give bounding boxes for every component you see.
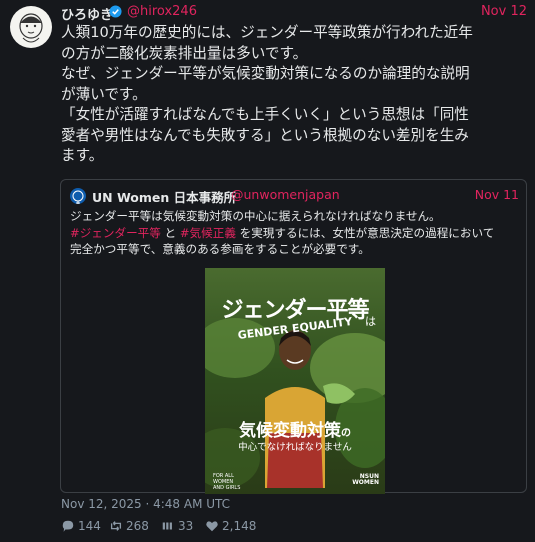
reply-stat[interactable]: 144 (61, 519, 101, 533)
author-name[interactable]: ひろゆき (61, 4, 113, 23)
hashtag-climate-justice[interactable]: #気候正義 (180, 226, 236, 240)
quoted-tweet[interactable]: UN Women 日本事務所 @unwomenjapan Nov 11 ジェンダ… (60, 179, 527, 494)
quote-count: 33 (178, 519, 194, 533)
verified-badge-icon (109, 5, 122, 18)
poster-footer-left: FOR ALL WOMEN AND GIRLS (213, 473, 241, 491)
poster-subline: 中心でなければなりません (238, 442, 352, 453)
author-handle[interactable]: @hirox246 (127, 4, 197, 19)
poster-headline: 気候変動対策の (205, 416, 385, 441)
poster-headline-text: 気候変動対策 (239, 421, 341, 441)
quote-text: ジェンダー平等は気候変動対策の中心に据えられなければなりません。 #ジェンダー平… (70, 208, 520, 258)
quote-date[interactable]: Nov 11 (475, 187, 519, 202)
like-count: 2,148 (222, 519, 257, 533)
tweet-timestamp[interactable]: Nov 12, 2025 · 4:48 AM UTC (61, 497, 230, 511)
quote-author-name[interactable]: UN Women 日本事務所 (92, 187, 236, 206)
poster-footer-right: NSUN WOMEN (352, 473, 379, 486)
tweet-date[interactable]: Nov 12 (481, 4, 527, 19)
hashtag-gender-equality[interactable]: #ジェンダー平等 (70, 226, 161, 240)
heart-icon (205, 519, 222, 533)
retweet-stat[interactable]: 268 (109, 519, 149, 533)
retweet-icon (109, 519, 126, 533)
quote-poster-image[interactable]: ジェンダー平等 は GENDER EQUALITY 気候変動対策の 中心でなけれ… (205, 268, 385, 494)
author-avatar[interactable] (10, 6, 52, 48)
retweet-count: 268 (126, 519, 149, 533)
quote-connector: と (160, 225, 180, 240)
reply-count: 144 (78, 519, 101, 533)
quote-text-line1: ジェンダー平等は気候変動対策の中心に据えられなければなりません。 (70, 209, 441, 223)
quote-icon (161, 519, 178, 533)
poster-headline-particle: の (341, 428, 351, 439)
quote-author-handle[interactable]: @unwomenjapan (231, 187, 340, 202)
tweet-header: ひろゆき @hirox246 Nov 12 (61, 2, 527, 23)
reply-icon (61, 519, 78, 533)
quote-text-line3: 完全かつ平等で、意義のある参画をすることが必要です。 (70, 242, 370, 256)
quote-stat[interactable]: 33 (161, 519, 193, 533)
quote-text-line2: を実現するには、女性が意思決定の過程において (235, 225, 495, 240)
quote-author-avatar[interactable] (70, 188, 86, 204)
tweet-text: 人類10万年の歴史的には、ジェンダー平等政策が行われた近年 の方が二酸化炭素排出… (61, 24, 473, 164)
like-stat[interactable]: 2,148 (205, 519, 256, 533)
